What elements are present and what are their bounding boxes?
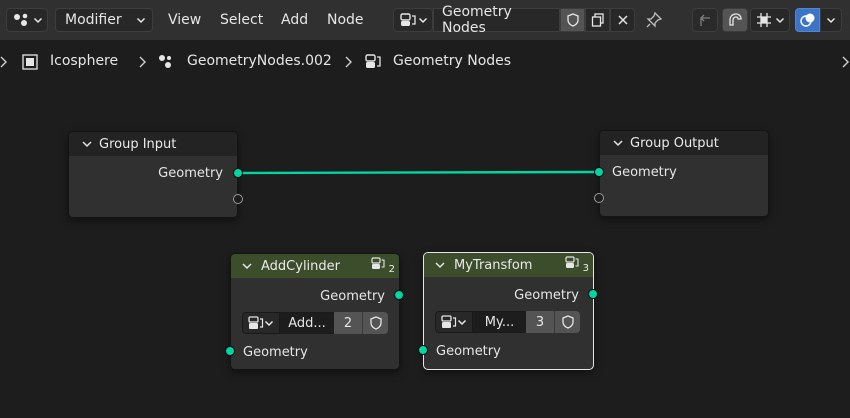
node-group-name: Add... [288,315,326,331]
user-count-field[interactable]: 3 [526,311,554,333]
fake-user-button[interactable] [554,311,580,333]
input-label: Geometry [612,165,677,180]
node-group-name-field[interactable]: My... [473,311,526,333]
node-group-name-field[interactable]: Add... [280,312,334,334]
collapse-chevron-icon[interactable] [241,261,253,271]
node-group-icon [371,257,385,271]
group-input-node[interactable]: Group Input Geometry [68,131,238,218]
node-group-selector: My... 3 [435,311,580,333]
group-input-geometry-socket[interactable] [233,168,243,178]
group-output-extend-socket[interactable] [594,193,604,203]
user-count: 2 [343,315,353,331]
node-group-selector: Add... 2 [242,312,388,334]
node-title: MyTransfom [454,257,533,273]
group-output-node[interactable]: Group Output Geometry [599,130,769,217]
my-transform-input-socket[interactable] [418,345,428,355]
node-tree-icon [248,316,264,330]
user-count-field[interactable]: 2 [334,312,362,334]
node-header[interactable]: AddCylinder 2 [231,254,399,278]
group-user-count: 2 [388,264,395,275]
user-count: 3 [535,314,545,330]
add-cylinder-node[interactable]: AddCylinder 2 Geometry Add... 2 Geometry [230,253,400,370]
node-title: AddCylinder [261,258,340,274]
node-group-browse-button[interactable] [242,312,280,334]
group-user-count: 3 [582,263,589,274]
node-title: Group Output [630,135,719,151]
node-header[interactable]: MyTransfom 3 [424,253,593,277]
shield-icon [369,316,383,330]
chevron-down-icon [457,317,467,327]
fake-user-button[interactable] [362,312,388,334]
add-cylinder-output-socket[interactable] [394,290,404,300]
node-group-browse-button[interactable] [435,311,473,333]
collapse-chevron-icon[interactable] [81,139,93,149]
collapse-chevron-icon[interactable] [434,260,446,270]
add-cylinder-input-socket[interactable] [225,346,235,356]
output-label: Geometry [158,166,223,181]
input-label: Geometry [436,344,501,359]
shield-icon [561,315,575,329]
node-title: Group Input [99,136,177,152]
my-transform-output-socket[interactable] [588,289,598,299]
node-group-icon [565,256,579,270]
output-label: Geometry [514,288,579,303]
group-input-extend-socket[interactable] [233,194,243,204]
node-header[interactable]: Group Output [600,131,768,155]
input-label: Geometry [243,345,308,360]
node-group-name: My... [484,314,515,330]
collapse-chevron-icon[interactable] [612,138,624,148]
node-tree-icon [441,315,457,329]
my-transform-node[interactable]: MyTransfom 3 Geometry My... 3 Geometry [423,252,594,370]
node-header[interactable]: Group Input [69,132,237,156]
output-label: Geometry [320,289,385,304]
group-output-geometry-socket[interactable] [594,167,604,177]
chevron-down-icon [264,318,274,328]
